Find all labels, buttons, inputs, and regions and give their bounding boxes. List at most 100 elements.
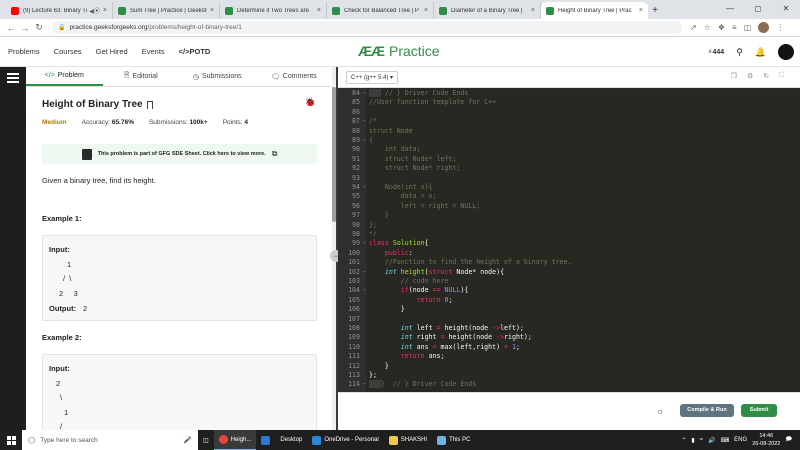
browser-tab[interactable]: Diameter of a Binary Tree | ×	[434, 2, 541, 19]
problem-description: Given a binary tree, find its height.	[42, 176, 156, 185]
volume-icon[interactable]: 🔊	[708, 437, 715, 444]
gfg-logo-icon: ӔӔ	[358, 43, 385, 59]
clock[interactable]: 14:46 26-08-2022	[752, 432, 780, 448]
browser-tab[interactable]: Sum Tree | Practice | GeeksforG×	[113, 2, 220, 19]
external-link-icon: ⧉	[271, 149, 278, 158]
nav-courses[interactable]: Courses	[54, 47, 82, 56]
windows-start-icon[interactable]	[0, 430, 22, 450]
code-area[interactable]: 84- // } Driver Code Ends 85//User funct…	[338, 89, 800, 392]
browser-tab[interactable]: Check for Balanced Tree | P ×	[327, 2, 434, 19]
submissions-label: Submissions:	[148, 119, 188, 126]
chevron-up-icon[interactable]: ⌃	[681, 437, 686, 444]
microphone-icon[interactable]: 🎤	[184, 436, 192, 444]
tab-submissions[interactable]: ◷ Submissions	[179, 67, 256, 86]
site-header: Problems Courses Get Hired Events </>POT…	[0, 37, 800, 67]
nav-events[interactable]: Events	[142, 47, 165, 56]
sde-sheet-banner[interactable]: This problem is part of GFG SDE Sheet. C…	[42, 144, 317, 164]
theme-toggle-icon[interactable]: ☼	[656, 406, 664, 416]
example2-tree-line: 1	[64, 408, 69, 417]
star-icon[interactable]: ☆	[704, 23, 711, 32]
nav-potd[interactable]: </>POTD	[179, 47, 211, 56]
code-line: 89-{	[352, 136, 373, 144]
address-bar: ← → ↻ 🔒 practice.geeksforgeeks.org/probl…	[0, 19, 800, 37]
search-placeholder: Type here to search	[40, 436, 98, 444]
back-icon[interactable]: ←	[4, 23, 18, 33]
submit-button[interactable]: Submit	[741, 404, 777, 417]
close-tab-icon[interactable]: ×	[639, 7, 643, 14]
close-tab-icon[interactable]: ×	[210, 7, 214, 14]
code-line: 102- int height(struct Node* node){	[348, 267, 505, 276]
browser-tab[interactable]: Height of Binary Tree | Prac ×	[541, 2, 648, 19]
settings-icon[interactable]: ⚙	[747, 72, 753, 80]
profile-avatar[interactable]	[778, 44, 794, 60]
forward-icon[interactable]: →	[18, 23, 32, 33]
task-view-icon[interactable]: ◫	[198, 430, 214, 450]
bell-icon[interactable]: 🔔	[755, 47, 766, 58]
nav-get-hired[interactable]: Get Hired	[96, 47, 128, 56]
gfg-icon	[332, 6, 340, 15]
reload-icon[interactable]: ↻	[32, 22, 46, 33]
close-tab-icon[interactable]: ×	[531, 7, 535, 14]
maximize-icon[interactable]: ◻	[744, 0, 772, 17]
tab-label: Problem	[57, 72, 84, 79]
taskbar-label: Heigh...	[230, 436, 252, 443]
tab-comments[interactable]: 🗨 Comments	[256, 67, 333, 86]
browser-menu-icon[interactable]: ⋮	[776, 23, 784, 32]
taskbar-item-this-pc[interactable]: This PC	[432, 430, 475, 450]
site-logo[interactable]: ӔӔ Practice	[358, 43, 440, 59]
wifi-icon[interactable]: ≈	[700, 437, 703, 443]
taskbar-item-onedrive[interactable]: OneDrive - Personal	[307, 430, 383, 450]
browser-tab[interactable]: Determine if Two Trees are ×	[220, 2, 327, 19]
url-input[interactable]: 🔒 practice.geeksforgeeks.org/problems/he…	[52, 21, 682, 34]
submissions: Submissions: 100k+	[149, 119, 208, 126]
language-select[interactable]: C++ (g++ 5.4) ▾	[346, 70, 399, 84]
taskbar-item-shakshi[interactable]: SHAKSHI	[384, 430, 432, 450]
code-line: 108 int left = height(node ->left);	[348, 324, 524, 332]
battery-icon[interactable]: ▮	[691, 437, 694, 444]
notification-icon[interactable]: 🗩	[785, 435, 792, 445]
taskbar-label: SHAKSHI	[400, 437, 428, 443]
close-tab-icon[interactable]: ×	[317, 7, 321, 14]
new-tab-icon[interactable]: +	[648, 2, 662, 19]
search-icon[interactable]: ⚲	[736, 47, 743, 58]
nav-problems[interactable]: Problems	[8, 47, 40, 56]
tab-problem[interactable]: </> Problem	[26, 67, 103, 86]
taskbar-label: This PC	[449, 437, 471, 443]
language-indicator[interactable]: ENG	[734, 437, 747, 443]
compile-run-button[interactable]: Compile & Run	[680, 404, 734, 417]
keyboard-icon[interactable]: ⌨	[721, 437, 730, 444]
code-line: 110 int ans = max(left,right) + 1;	[348, 342, 520, 351]
sidepanel-icon[interactable]: ◫	[744, 23, 752, 32]
streak-count[interactable]: ⚡444	[708, 48, 725, 56]
avatar[interactable]	[758, 22, 770, 33]
document-icon: 🗎	[123, 72, 130, 79]
close-window-icon[interactable]: ✕	[772, 0, 800, 17]
minimize-icon[interactable]: —	[716, 0, 744, 17]
audio-icon[interactable]: ◀⦿	[89, 6, 100, 15]
bookmark-icon[interactable]	[146, 100, 153, 109]
bug-report-icon[interactable]: 🐞	[305, 97, 316, 108]
copy-icon[interactable]: ❐	[731, 72, 737, 80]
accuracy: Accuracy: 65.76%	[82, 119, 134, 126]
hamburger-icon[interactable]	[7, 73, 19, 85]
fullscreen-icon[interactable]: ⛶	[779, 72, 784, 80]
code-line: 90 int data;	[352, 145, 421, 154]
extensions-icon[interactable]: ❖	[718, 23, 725, 32]
tab-editorial[interactable]: 🗎 Editorial	[103, 67, 180, 86]
code-line: 100 public:	[348, 248, 413, 257]
gfg-icon	[225, 6, 233, 15]
share-icon[interactable]: ↗	[690, 23, 697, 32]
code-line: 112 }	[348, 361, 389, 370]
code-line: 84- // } Driver Code Ends	[352, 89, 469, 97]
comment-icon: 🗨	[270, 73, 280, 81]
code-line: 95 data = x;	[352, 192, 437, 201]
reset-icon[interactable]: ↻	[763, 72, 769, 80]
close-tab-icon[interactable]: ×	[103, 7, 107, 14]
taskbar-item-desktop[interactable]: Desktop	[275, 430, 307, 450]
taskbar-search-input[interactable]: ◯ Type here to search 🎤	[22, 430, 198, 450]
close-tab-icon[interactable]: ×	[424, 7, 428, 14]
taskbar-item-chrome[interactable]: Heigh...	[213, 430, 257, 450]
browser-tab[interactable]: (9) Lecture 63: Binary Tr ◀⦿ ×	[6, 2, 113, 19]
media-icon[interactable]: ≡	[732, 23, 737, 32]
taskbar-item-mail[interactable]	[256, 430, 275, 450]
